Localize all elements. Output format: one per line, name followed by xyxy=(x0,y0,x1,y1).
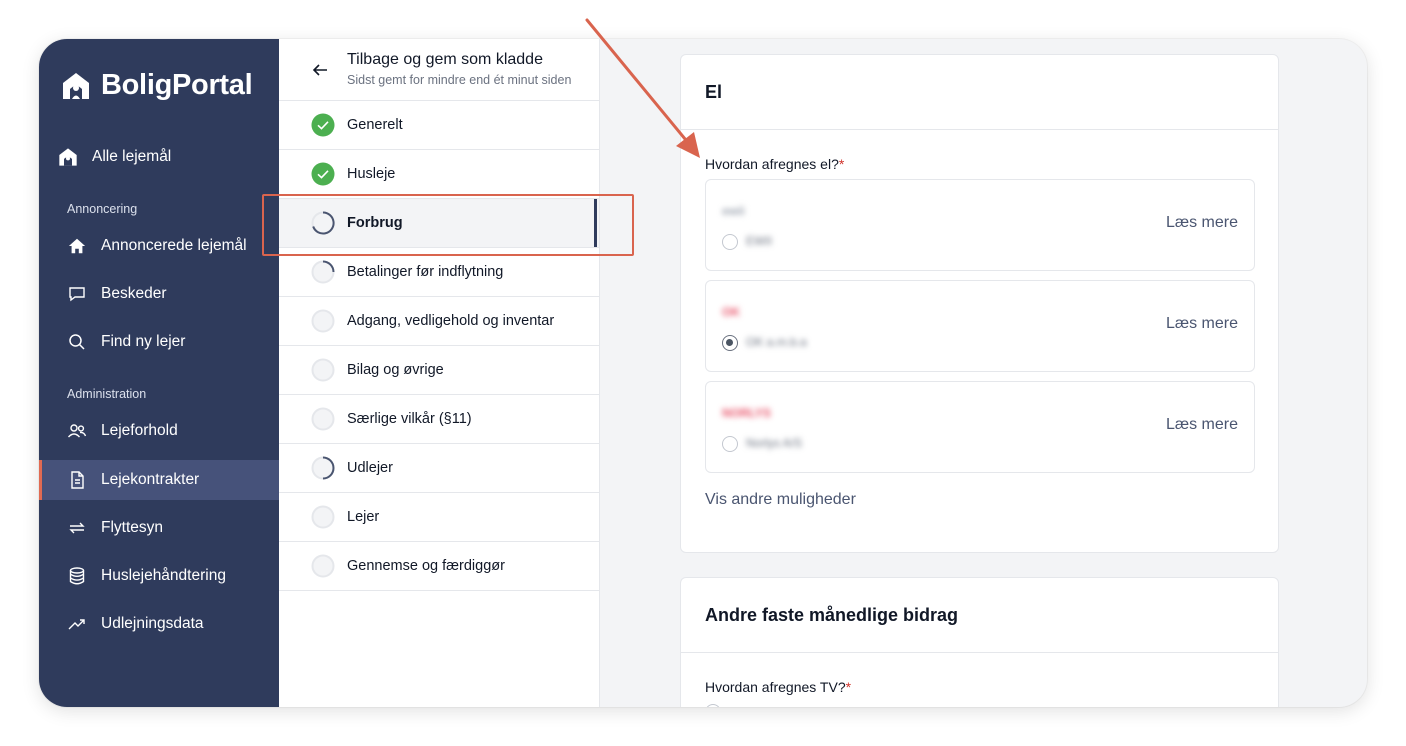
step-label: Gennemse og færdiggør xyxy=(347,558,505,574)
check-circle-icon xyxy=(311,113,335,137)
read-more-link[interactable]: Læs mere xyxy=(1166,416,1238,434)
step-label: Udlejer xyxy=(347,460,393,476)
sidebar-item-label: Udlejningsdata xyxy=(101,615,204,632)
el-option-ok[interactable]: OK OK a.m.b.a Læs mere xyxy=(705,280,1255,372)
database-icon xyxy=(67,566,87,586)
sidebar-item-alle-lejemaal[interactable]: Alle lejemål xyxy=(39,137,279,177)
progress-ring-icon xyxy=(311,260,335,284)
el-option-norlys[interactable]: NORLYS Norlys A/S Læs mere xyxy=(705,381,1255,473)
back-arrow-icon[interactable] xyxy=(311,61,329,79)
step-gennemse[interactable]: Gennemse og færdiggør xyxy=(279,542,599,591)
provider-logo-text: ewii xyxy=(722,204,745,218)
el-card: El Hvordan afregnes el?* ewii EWII Læs m… xyxy=(680,54,1279,553)
sidebar-item-label: Annoncerede lejemål xyxy=(101,237,247,254)
sidebar-item-label: Alle lejemål xyxy=(92,148,172,165)
check-circle-icon xyxy=(311,162,335,186)
last-saved-text: Sidst gemt for mindre end ét minut siden xyxy=(347,73,572,87)
app-window: BoligPortal Alle lejemål Annoncering Ann… xyxy=(39,39,1367,707)
empty-circle-icon xyxy=(311,358,335,382)
card-title: Andre faste månedlige bidrag xyxy=(681,578,1278,653)
search-icon xyxy=(67,332,87,352)
steps-panel: Tilbage og gem som kladde Sidst gemt for… xyxy=(279,39,600,707)
section-heading-administration: Administration xyxy=(67,387,147,401)
sidebar: BoligPortal Alle lejemål Annoncering Ann… xyxy=(39,39,279,707)
sidebar-item-label: Find ny lejer xyxy=(101,333,186,350)
sidebar-item-flyttesyn[interactable]: Flyttesyn xyxy=(39,508,279,548)
step-label: Bilag og øvrige xyxy=(347,362,444,378)
brand-house-icon xyxy=(63,72,89,99)
brand-house-icon xyxy=(58,147,78,167)
provider-name: Norlys A/S xyxy=(746,436,803,450)
sidebar-item-beskeder[interactable]: Beskeder xyxy=(39,274,279,314)
progress-ring-icon xyxy=(311,456,335,480)
section-heading-annoncering: Annoncering xyxy=(67,202,138,216)
step-lejer[interactable]: Lejer xyxy=(279,493,599,542)
house-icon xyxy=(67,236,87,256)
sidebar-item-lejeforhold[interactable]: Lejeforhold xyxy=(39,411,279,451)
step-label: Lejer xyxy=(347,509,380,525)
progress-ring-icon xyxy=(311,211,335,235)
empty-circle-icon xyxy=(311,309,335,333)
sidebar-item-label: Huslejehåndtering xyxy=(101,567,226,584)
brand-name: BoligPortal xyxy=(101,69,253,101)
back-save-draft-link[interactable]: Tilbage og gem som kladde xyxy=(347,51,543,69)
sidebar-item-annoncerede-lejemaal[interactable]: Annoncerede lejemål xyxy=(39,226,279,266)
step-forbrug[interactable]: Forbrug xyxy=(279,199,599,248)
radio-button[interactable] xyxy=(722,436,738,452)
card-title: El xyxy=(681,55,1278,130)
radio-button-selected[interactable] xyxy=(722,335,738,351)
step-bilag[interactable]: Bilag og øvrige xyxy=(279,346,599,395)
sidebar-item-label: Flyttesyn xyxy=(101,519,164,536)
step-label: Særlige vilkår (§11) xyxy=(347,411,472,427)
empty-circle-icon xyxy=(311,505,335,529)
sidebar-item-label: Lejekontrakter xyxy=(101,471,200,488)
provider-logo-text: OK xyxy=(722,305,740,319)
read-more-link[interactable]: Læs mere xyxy=(1166,315,1238,333)
step-udlejer[interactable]: Udlejer xyxy=(279,444,599,493)
question-text: Hvordan afregnes el? xyxy=(705,156,839,172)
step-label: Betalinger før indflytning xyxy=(347,264,504,280)
question-text: Hvordan afregnes TV? xyxy=(705,679,846,695)
provider-name: EWII xyxy=(746,234,772,248)
sidebar-item-udlejningsdata[interactable]: Udlejningsdata xyxy=(39,604,279,644)
show-more-options-link[interactable]: Vis andre muligheder xyxy=(705,491,856,509)
el-question-label: Hvordan afregnes el?* xyxy=(705,156,844,172)
step-generelt[interactable]: Generelt xyxy=(279,101,599,150)
step-label: Forbrug xyxy=(347,215,403,231)
step-saerlige-vilkaar[interactable]: Særlige vilkår (§11) xyxy=(279,395,599,444)
step-label: Generelt xyxy=(347,117,403,133)
trend-up-icon xyxy=(67,614,87,634)
read-more-link[interactable]: Læs mere xyxy=(1166,214,1238,232)
steps-header: Tilbage og gem som kladde Sidst gemt for… xyxy=(279,39,599,101)
swap-arrows-icon xyxy=(67,518,87,538)
sidebar-item-huslejehaandtering[interactable]: Huslejehåndtering xyxy=(39,556,279,596)
empty-circle-icon xyxy=(311,407,335,431)
tv-question-label: Hvordan afregnes TV?* xyxy=(705,679,851,695)
document-icon xyxy=(67,470,87,490)
radio-button[interactable] xyxy=(705,704,721,707)
provider-logo-text: NORLYS xyxy=(722,406,771,420)
el-option-ewii[interactable]: ewii EWII Læs mere xyxy=(705,179,1255,271)
step-betalinger[interactable]: Betalinger før indflytning xyxy=(279,248,599,297)
step-label: Adgang, vedligehold og inventar xyxy=(347,313,555,329)
empty-circle-icon xyxy=(311,554,335,578)
required-mark: * xyxy=(838,156,845,172)
chat-icon xyxy=(67,284,87,304)
provider-name: OK a.m.b.a xyxy=(746,335,807,349)
sidebar-item-label: Lejeforhold xyxy=(101,422,178,439)
sidebar-item-lejekontrakter[interactable]: Lejekontrakter xyxy=(39,460,279,500)
logo[interactable]: BoligPortal xyxy=(61,69,253,102)
required-mark: * xyxy=(845,679,852,695)
sidebar-item-find-ny-lejer[interactable]: Find ny lejer xyxy=(39,322,279,362)
other-monthly-card: Andre faste månedlige bidrag Hvordan afr… xyxy=(680,577,1279,707)
sidebar-item-label: Beskeder xyxy=(101,285,167,302)
users-icon xyxy=(67,421,87,441)
step-husleje[interactable]: Husleje xyxy=(279,150,599,199)
radio-button[interactable] xyxy=(722,234,738,250)
step-label: Husleje xyxy=(347,166,396,182)
step-adgang[interactable]: Adgang, vedligehold og inventar xyxy=(279,297,599,346)
